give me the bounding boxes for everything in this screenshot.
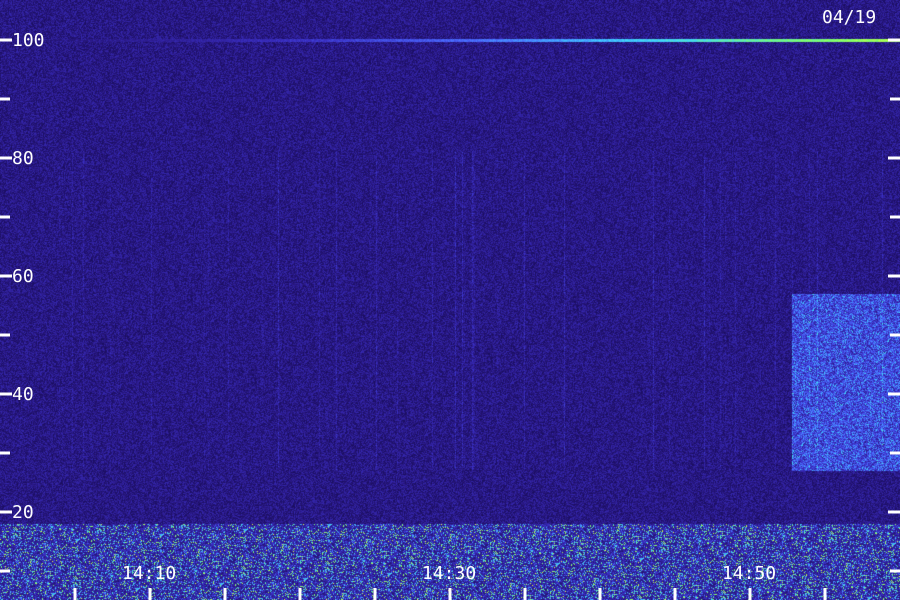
y-axis: 100 80 60 40 20 [0, 30, 900, 573]
axis-overlay: 04/19 100 80 60 40 20 14:10 14:30 14:50 [0, 7, 900, 600]
y-tick-label: 80 [12, 148, 34, 169]
y-tick-label: 20 [12, 502, 34, 523]
date-label: 04/19 [822, 7, 876, 28]
spectrogram-chart: 04/19 100 80 60 40 20 14:10 14:30 14:50 [0, 0, 900, 600]
x-tick-label: 14:10 [122, 563, 176, 584]
y-tick-label: 100 [12, 30, 45, 51]
x-axis: 14:10 14:30 14:50 [73, 563, 827, 600]
y-tick-label: 40 [12, 384, 34, 405]
x-tick-label: 14:50 [722, 563, 776, 584]
x-tick-label: 14:30 [422, 563, 476, 584]
y-tick-label: 60 [12, 266, 34, 287]
